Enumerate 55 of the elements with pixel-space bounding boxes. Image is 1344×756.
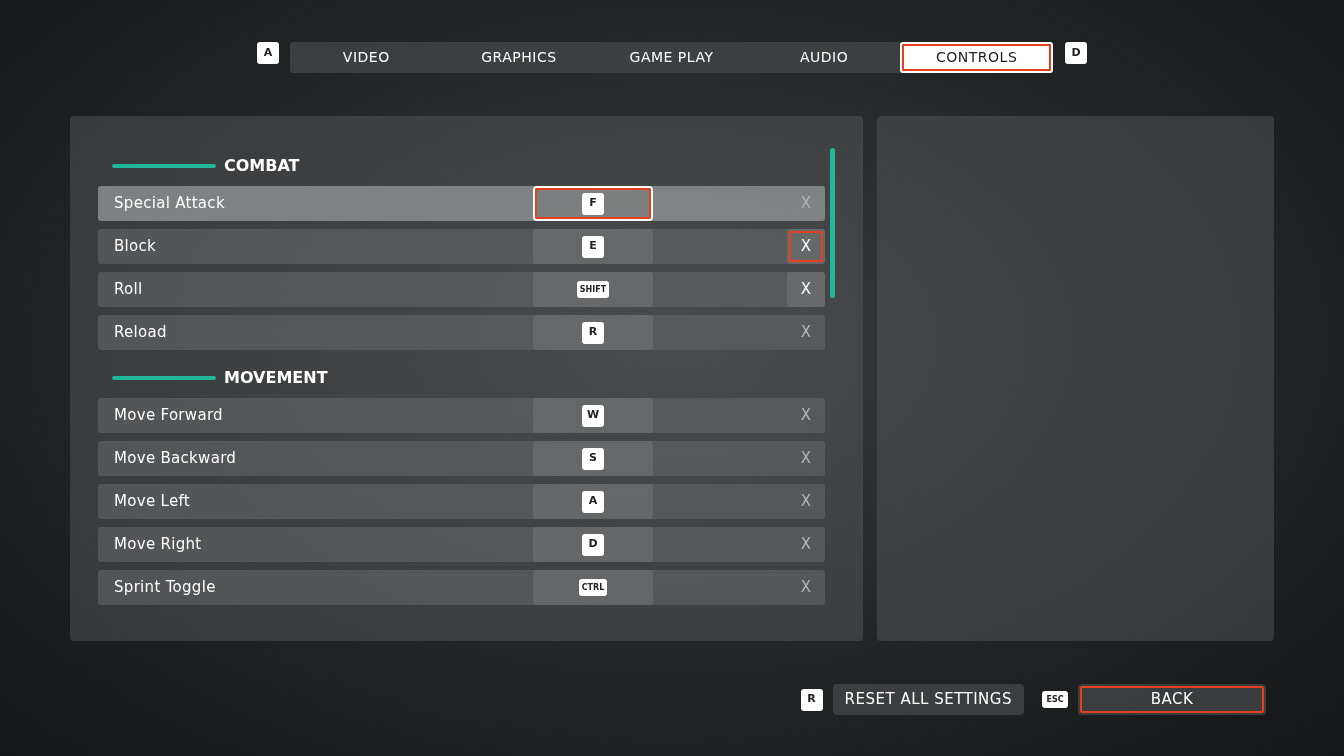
key-hint: R — [800, 688, 823, 711]
key-cap: A — [582, 490, 604, 513]
keybind-slot[interactable]: E — [533, 229, 653, 264]
action-label: Reload — [113, 322, 168, 344]
key-cap: D — [582, 533, 604, 556]
action-label: Block — [113, 236, 158, 258]
section-title: COMBAT — [224, 155, 300, 177]
clear-binding-button[interactable]: X — [787, 272, 825, 307]
keybind-row[interactable]: Roll SHIFT X — [98, 272, 825, 307]
keybind-row[interactable]: Reload R X — [98, 315, 825, 350]
settings-tab[interactable]: AUDIO — [747, 42, 901, 73]
action-label: Move Right — [113, 534, 203, 556]
keybind-row[interactable]: Move Right D X — [98, 527, 825, 562]
key-hint: A — [257, 42, 279, 64]
action-label: Move Left — [113, 491, 191, 513]
keybind-slot[interactable]: R — [533, 315, 653, 350]
settings-tab[interactable]: VIDEO — [290, 42, 443, 73]
clear-binding-button[interactable]: X — [787, 527, 825, 562]
footer-button[interactable]: RESET ALL SETTINGS — [832, 684, 1024, 715]
clear-binding-button[interactable]: X — [787, 484, 825, 519]
keybind-slot[interactable]: F — [533, 186, 653, 221]
key-cap: CTRL — [578, 579, 608, 596]
keybind-slot[interactable]: W — [533, 398, 653, 433]
key-hint: ESC — [1042, 691, 1068, 708]
key-hint: D — [1065, 42, 1087, 64]
keybind-row[interactable]: Move Backward S X — [98, 441, 825, 476]
settings-tab[interactable]: CONTROLS — [900, 42, 1053, 73]
keybind-row[interactable]: Block E X — [98, 229, 825, 264]
key-cap: W — [582, 404, 604, 427]
keybind-slot[interactable]: SHIFT — [533, 272, 653, 307]
keybind-row[interactable]: Move Left A X — [98, 484, 825, 519]
key-cap: S — [582, 447, 604, 470]
scrollbar-thumb[interactable] — [830, 148, 835, 298]
clear-binding-button[interactable]: X — [787, 441, 825, 476]
settings-tab[interactable]: GRAPHICS — [442, 42, 596, 73]
key-cap: SHIFT — [576, 281, 610, 298]
key-cap: R — [582, 321, 604, 344]
footer-button[interactable]: BACK — [1078, 684, 1266, 715]
action-label: Move Backward — [113, 448, 238, 470]
key-cap: F — [582, 192, 604, 215]
action-label: Special Attack — [113, 193, 226, 215]
action-label: Roll — [113, 279, 144, 301]
keybind-row[interactable]: Move Forward W X — [98, 398, 825, 433]
keybind-slot[interactable]: A — [533, 484, 653, 519]
action-label: Sprint Toggle — [113, 577, 217, 599]
settings-tab[interactable]: GAME PLAY — [595, 42, 748, 73]
clear-binding-button[interactable]: X — [787, 229, 825, 264]
keybind-slot[interactable]: S — [533, 441, 653, 476]
keybind-slot[interactable]: CTRL — [533, 570, 653, 605]
action-label: Move Forward — [113, 405, 224, 427]
keybind-slot[interactable]: D — [533, 527, 653, 562]
key-cap: E — [582, 235, 604, 258]
clear-binding-button[interactable]: X — [787, 570, 825, 605]
section-title: MOVEMENT — [224, 367, 328, 389]
keybind-row[interactable]: Sprint Toggle CTRL X — [98, 570, 825, 605]
